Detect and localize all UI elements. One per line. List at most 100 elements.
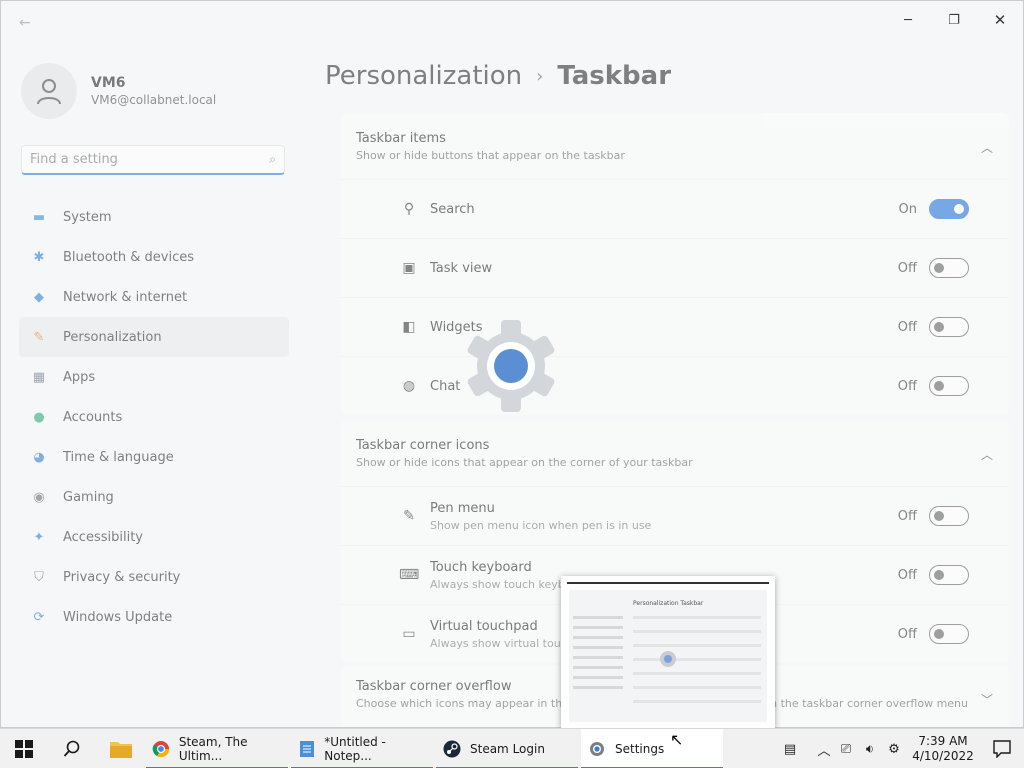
chat-icon: ◍ <box>402 378 416 394</box>
setting-label: Task view <box>430 260 493 276</box>
steam-icon <box>442 739 462 759</box>
system-tray: ▤ ︿ ⎚ 🔉︎ ⚙ 7:39 AM 4/10/2022 <box>778 729 1024 768</box>
pen-icon: ✎ <box>403 508 415 524</box>
sidebar-item-label: System <box>63 209 112 225</box>
keyboard-icon: ⌨ <box>399 567 420 583</box>
taskbar-app-notepad[interactable]: *Untitled - Notep... <box>291 729 433 768</box>
search-icon: ⌕ <box>269 152 276 166</box>
taskbar-items-section: Taskbar items Show or hide buttons that … <box>341 113 1009 415</box>
notepad-icon <box>297 739 316 759</box>
wifi-icon: ◆ <box>34 289 44 305</box>
apps-icon: ▦ <box>32 369 46 385</box>
toggle-state-label: Off <box>897 567 917 583</box>
clock[interactable]: 7:39 AM 4/10/2022 <box>906 734 980 764</box>
chevron-right-icon: › <box>536 65 544 87</box>
toggle-switch[interactable] <box>929 199 969 219</box>
toggle-state-label: Off <box>897 319 917 335</box>
taskbar-app-label: Settings <box>615 741 665 756</box>
taskbar-items-header[interactable]: Taskbar items Show or hide buttons that … <box>341 113 1009 179</box>
sidebar-item-time-language[interactable]: ◕ Time & language <box>19 437 289 477</box>
mouse-cursor-icon: ↖ <box>670 730 684 749</box>
user-profile[interactable]: VM6 VM6@collabnet.local <box>21 63 216 119</box>
sidebar-item-label: Personalization <box>63 329 162 345</box>
windows-taskbar: Steam, The Ultim... *Untitled - Notep... S… <box>0 728 1024 768</box>
toggle-switch[interactable] <box>929 506 969 526</box>
settings-icon <box>587 739 607 759</box>
toggle-state-label: Off <box>897 508 917 524</box>
setting-row-widgets: ◧ Widgets Off <box>341 297 1009 356</box>
taskbar-app-settings[interactable]: Settings <box>581 728 723 768</box>
taskbar-app-label: Steam Login <box>470 741 545 756</box>
setting-label: Search <box>430 201 475 217</box>
date: 4/10/2022 <box>912 749 974 763</box>
toggle-state-label: Off <box>897 378 917 394</box>
notifications-button[interactable] <box>980 740 1024 758</box>
user-icon <box>37 79 61 105</box>
sidebar-item-gaming[interactable]: ◉ Gaming <box>19 477 289 517</box>
user-name: VM6 <box>91 75 126 91</box>
toggle-switch[interactable] <box>929 376 969 396</box>
sidebar-item-personalization[interactable]: ✎ Personalization <box>19 317 289 357</box>
corner-icons-header[interactable]: Taskbar corner icons Show or hide icons … <box>341 420 1009 486</box>
taskbar-thumbnail-preview[interactable]: Personalization Taskbar <box>561 576 775 728</box>
news-icon[interactable]: ▤ <box>778 742 802 757</box>
search-icon: ⚲ <box>403 201 415 217</box>
start-button[interactable] <box>0 729 48 768</box>
taskbar-app-label: Steam, The Ultim... <box>178 734 248 763</box>
sidebar-item-accounts[interactable]: ● Accounts <box>19 397 289 437</box>
taskbar-app-chrome[interactable]: Steam, The Ultim... <box>146 729 288 768</box>
volume-icon[interactable]: 🔉︎ <box>858 742 882 757</box>
taskbar-search-button[interactable] <box>48 729 96 768</box>
toggle-switch[interactable] <box>929 317 969 337</box>
chevron-up-icon[interactable]: ︿ <box>814 740 834 759</box>
windows-logo-icon <box>15 739 33 758</box>
gamepad-icon: ◉ <box>33 489 45 505</box>
sidebar-item-privacy-security[interactable]: ⛉ Privacy & security <box>19 557 289 597</box>
bluetooth-icon: ✱ <box>33 249 45 265</box>
sidebar-item-label: Windows Update <box>63 609 173 625</box>
thumbnail-breadcrumb: Personalization Taskbar <box>633 600 704 607</box>
toggle-switch[interactable] <box>929 624 969 644</box>
sidebar-item-apps[interactable]: ▦ Apps <box>19 357 289 397</box>
settings-search-box[interactable]: ⌕ <box>21 145 285 175</box>
folder-icon <box>110 741 132 758</box>
sidebar-item-label: Accessibility <box>63 529 143 545</box>
toggle-switch[interactable] <box>929 258 969 278</box>
brush-icon: ✎ <box>33 329 45 345</box>
nav-list: ▬ System ✱ Bluetooth & devices ◆ Network & in… <box>19 197 289 637</box>
loading-gear-icon <box>459 319 563 413</box>
sidebar-item-windows-update[interactable]: ⟳ Windows Update <box>19 597 289 637</box>
sidebar-item-accessibility[interactable]: ✦ Accessibility <box>19 517 289 557</box>
setting-label: Touch keyboard <box>430 559 532 575</box>
touchpad-icon: ▭ <box>402 626 416 642</box>
page-title: Taskbar <box>557 61 672 91</box>
setting-row-search: ⚲ Search On <box>341 179 1009 238</box>
system-icon: ▬ <box>32 209 46 225</box>
file-explorer-button[interactable] <box>96 729 146 768</box>
task-view-icon: ▣ <box>402 260 416 276</box>
sidebar-item-network-internet[interactable]: ◆ Network & internet <box>19 277 289 317</box>
avatar <box>21 63 77 119</box>
taskbar-app-steam[interactable]: Steam Login <box>436 729 578 768</box>
setting-label: Pen menu <box>430 500 495 516</box>
sidebar-item-bluetooth-devices[interactable]: ✱ Bluetooth & devices <box>19 237 289 277</box>
setting-description: Show pen menu icon when pen is in use <box>430 518 652 532</box>
chevron-up-icon: ︿ <box>980 448 993 462</box>
taskbar-app-label: *Untitled - Notep... <box>324 734 386 763</box>
section-subtitle: Show or hide icons that appear on the co… <box>356 456 693 469</box>
setting-row-pen-menu: ✎ Pen menu Show pen menu icon when pen is … <box>341 486 1009 545</box>
settings-window: ← ─ ❐ ✕ VM6 VM6@collabnet.local ⌕ ▬Syste… <box>0 0 1024 728</box>
thumbnail-gear-icon <box>660 651 676 667</box>
sidebar-item-label: Privacy & security <box>63 569 181 585</box>
sidebar-item-label: Network & internet <box>63 289 188 305</box>
toggle-switch[interactable] <box>929 565 969 585</box>
toggle-state-label: Off <box>897 626 917 642</box>
globe-clock-icon: ◕ <box>33 449 45 465</box>
settings-gear-icon[interactable]: ⚙ <box>882 742 906 757</box>
breadcrumb-parent[interactable]: Personalization <box>325 61 522 91</box>
sidebar-item-system[interactable]: ▬ System <box>19 197 289 237</box>
section-subtitle-tail: n the taskbar corner overflow menu <box>770 697 968 710</box>
section-subtitle: Choose which icons may appear in the <box>356 697 569 710</box>
search-input[interactable] <box>30 152 270 167</box>
network-icon[interactable]: ⎚ <box>834 742 858 757</box>
